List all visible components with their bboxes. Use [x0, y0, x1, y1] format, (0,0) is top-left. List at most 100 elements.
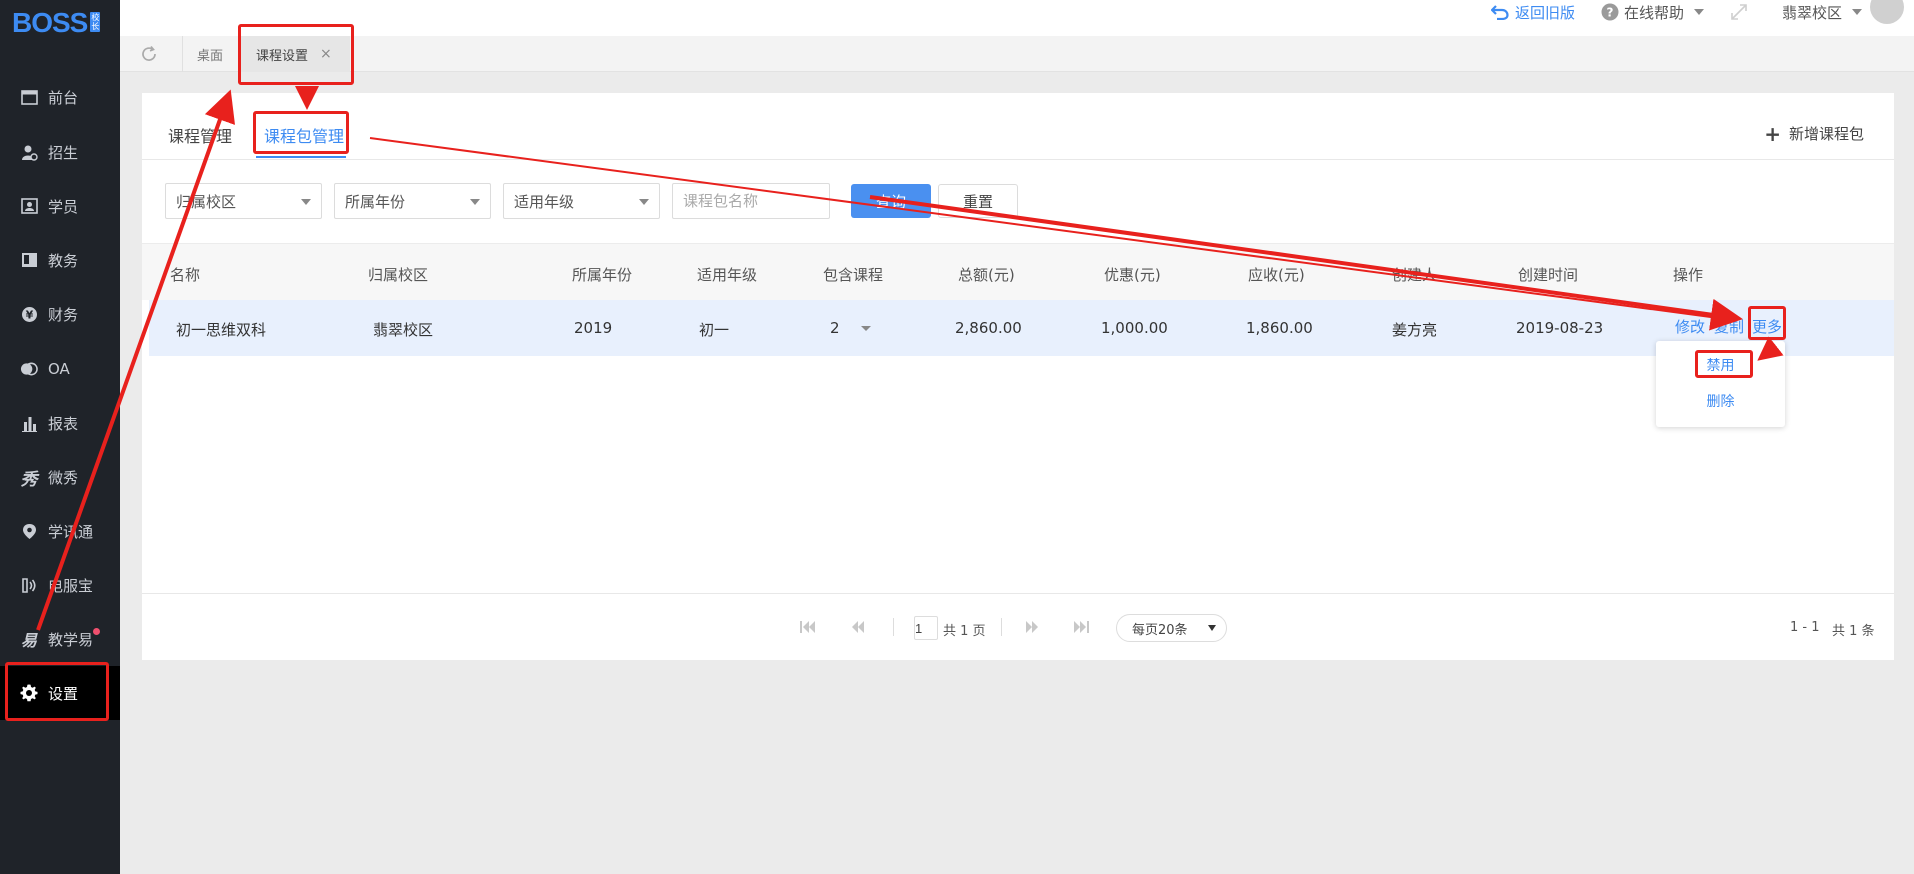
book-icon [20, 251, 38, 269]
chevron-down-icon[interactable] [861, 326, 871, 331]
sidebar-item-enrollment[interactable]: 招生 [0, 125, 120, 179]
reset-button[interactable]: 重置 [938, 184, 1018, 218]
sidebar-item-oa[interactable]: OA [0, 342, 120, 396]
svg-text:¥: ¥ [25, 308, 33, 321]
sidebar-item-reports[interactable]: 报表 [0, 396, 120, 450]
column-header: 名称 [170, 266, 201, 284]
column-header: 创建人 [1392, 266, 1438, 284]
range-label: 1 - 1 [1790, 620, 1820, 635]
total-items: 共 1 条 [1832, 624, 1875, 639]
cell-grade: 初一 [699, 321, 730, 339]
refresh-icon [140, 45, 158, 63]
disable-menu-item[interactable]: 禁用 [1656, 355, 1785, 375]
active-tab-indicator [256, 156, 346, 158]
tab-strip: 桌面 课程设置 × [120, 36, 1914, 72]
gear-icon [20, 684, 38, 702]
sidebar-item-students[interactable]: 学员 [0, 179, 120, 233]
page-number-input[interactable] [914, 616, 938, 640]
cell-created-date: 2019-08-23 [1516, 319, 1604, 337]
logo-text: BOSS [12, 7, 88, 38]
first-page-icon[interactable] [795, 617, 821, 637]
chat-bubbles-icon [20, 360, 38, 378]
question-circle-icon: ? [1601, 3, 1619, 21]
sidebar-item-settings[interactable]: 设置 [0, 666, 120, 720]
sidebar-item-front-desk[interactable]: 前台 [0, 70, 120, 124]
column-header: 包含课程 [823, 266, 884, 284]
column-header: 归属校区 [368, 266, 429, 284]
add-course-package-button[interactable]: + 新增课程包 [1764, 123, 1864, 144]
cell-creator: 姜方亮 [1392, 321, 1438, 339]
sidebar-item-xuexuntong[interactable]: 学讯通 [0, 504, 120, 558]
topbar: 返回旧版 ? 在线帮助 翡翠校区 [120, 0, 1914, 36]
cell-courses-count[interactable]: 2 [830, 319, 840, 337]
copy-link[interactable]: 复制 [1714, 316, 1744, 337]
tab-course-package-management[interactable]: 课程包管理 [264, 123, 344, 147]
refresh-button[interactable] [140, 36, 158, 72]
table-header: 名称 归属校区 所属年份 适用年级 包含课程 总额(元) 优惠(元) 应收(元)… [142, 243, 1894, 300]
grade-filter-select[interactable]: 适用年级 [503, 183, 660, 219]
delete-menu-item[interactable]: 删除 [1656, 391, 1785, 411]
sidebar-item-jiaoxueyi[interactable]: 易 教学易 [0, 612, 120, 666]
yen-coin-icon: ¥ [20, 305, 38, 323]
tab-course-management[interactable]: 课程管理 [168, 123, 232, 147]
next-page-icon[interactable] [1019, 617, 1045, 637]
sidebar-item-label: 报表 [48, 414, 79, 433]
location-pin-icon [20, 522, 38, 540]
separator [1001, 618, 1002, 636]
close-icon[interactable]: × [320, 46, 332, 62]
column-header: 总额(元) [958, 266, 1015, 284]
campus-filter-select[interactable]: 归属校区 [165, 183, 322, 219]
notification-dot [93, 628, 100, 635]
chevron-down-icon [470, 199, 480, 205]
chevron-down-icon [1693, 9, 1704, 15]
user-plus-icon [20, 143, 38, 161]
sidebar-item-label: 教务 [48, 251, 79, 270]
cell-campus: 翡翠校区 [373, 321, 434, 339]
column-header: 适用年级 [697, 266, 758, 284]
sidebar-item-label: 招生 [48, 143, 79, 162]
query-button[interactable]: 查询 [851, 184, 931, 218]
sidebar-item-label: 财务 [48, 305, 79, 324]
tab-desktop[interactable]: 桌面 [182, 36, 237, 72]
content-card: 课程管理 课程包管理 + 新增课程包 归属校区 所属年份 适用年级 查询 重置 … [142, 93, 1894, 660]
fullscreen-button[interactable] [1730, 3, 1748, 21]
more-link[interactable]: 更多 [1752, 316, 1782, 337]
sidebar-item-dianfubao[interactable]: 电服宝 [0, 558, 120, 612]
sidebar-item-weixiu[interactable]: 秀 微秀 [0, 450, 120, 504]
total-pages: 共 1 页 [943, 624, 986, 639]
cell-name: 初一思维双科 [176, 321, 267, 339]
sidebar-item-label: 设置 [48, 684, 79, 703]
svg-text:?: ? [1606, 6, 1613, 20]
cell-year: 2019 [574, 319, 613, 337]
package-name-input[interactable] [672, 183, 830, 219]
column-header: 操作 [1673, 266, 1704, 284]
chevron-down-icon [1852, 9, 1862, 15]
sidebar: BOSS 校 长 前台 招生 学员 教务 ¥ 财务 OA 报表 秀 微秀 学讯通 [0, 0, 120, 874]
phone-wave-icon [20, 576, 38, 594]
xiu-icon: 秀 [20, 469, 38, 490]
divider [142, 159, 1894, 160]
expand-icon [1730, 3, 1748, 21]
chevron-down-icon [639, 199, 649, 205]
undo-arrow-icon [1490, 4, 1509, 20]
year-filter-select[interactable]: 所属年份 [334, 183, 491, 219]
last-page-icon[interactable] [1068, 617, 1094, 637]
avatar[interactable] [1870, 0, 1904, 24]
sidebar-item-label: 教学易 [48, 630, 94, 649]
online-help-dropdown[interactable]: ? 在线帮助 [1601, 2, 1704, 23]
column-header: 应收(元) [1248, 266, 1305, 284]
cell-discount: 1,000.00 [1101, 319, 1168, 337]
calendar-icon [20, 88, 38, 106]
column-header: 优惠(元) [1104, 266, 1161, 284]
sidebar-item-label: 前台 [48, 88, 79, 107]
back-to-old-version-link[interactable]: 返回旧版 [1490, 2, 1575, 23]
id-card-icon [20, 197, 38, 215]
logo: BOSS 校 长 [0, 0, 120, 46]
campus-selector[interactable]: 翡翠校区 [1782, 2, 1862, 23]
sidebar-item-academic[interactable]: 教务 [0, 233, 120, 287]
sidebar-item-finance[interactable]: ¥ 财务 [0, 287, 120, 341]
previous-page-icon[interactable] [845, 617, 871, 637]
tab-course-settings[interactable]: 课程设置 × [240, 36, 350, 72]
edit-link[interactable]: 修改 [1675, 316, 1705, 337]
page-size-select[interactable]: 每页20条 [1116, 614, 1227, 642]
